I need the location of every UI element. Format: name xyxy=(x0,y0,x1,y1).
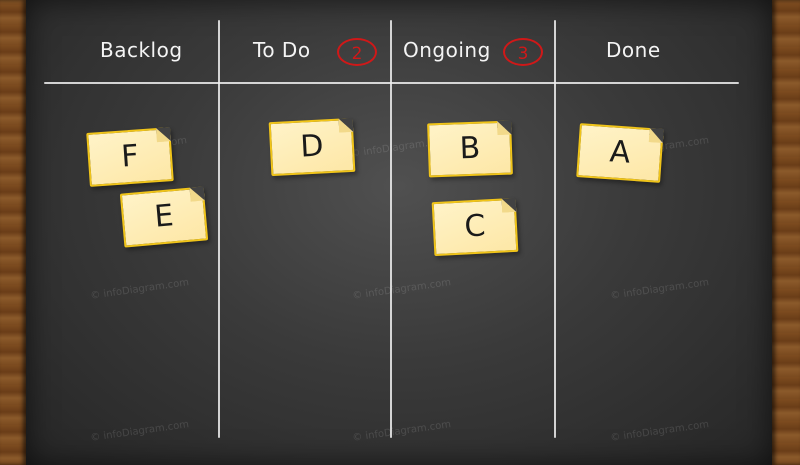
wip-limit-badge-todo: 2 xyxy=(337,38,377,66)
wooden-frame-right xyxy=(772,0,800,465)
column-divider xyxy=(390,20,392,438)
wip-limit-badge-ongoing: 3 xyxy=(503,38,543,66)
sticky-note-a[interactable]: A xyxy=(576,123,664,183)
column-divider xyxy=(218,20,220,438)
column-header-backlog: Backlog xyxy=(100,38,183,62)
column-divider xyxy=(554,20,556,438)
sticky-note-b[interactable]: B xyxy=(427,120,513,178)
column-header-todo: To Do xyxy=(253,38,311,62)
sticky-note-c[interactable]: C xyxy=(431,197,519,257)
column-header-done: Done xyxy=(606,38,661,62)
wooden-frame-left xyxy=(0,0,26,465)
column-header-ongoing: Ongoing xyxy=(403,38,491,62)
sticky-note-d[interactable]: D xyxy=(268,117,356,177)
sticky-note-e[interactable]: E xyxy=(119,186,209,248)
kanban-board: © infoDiagram.com © infoDiagram.com © in… xyxy=(0,0,800,465)
sticky-note-f[interactable]: F xyxy=(86,127,174,187)
